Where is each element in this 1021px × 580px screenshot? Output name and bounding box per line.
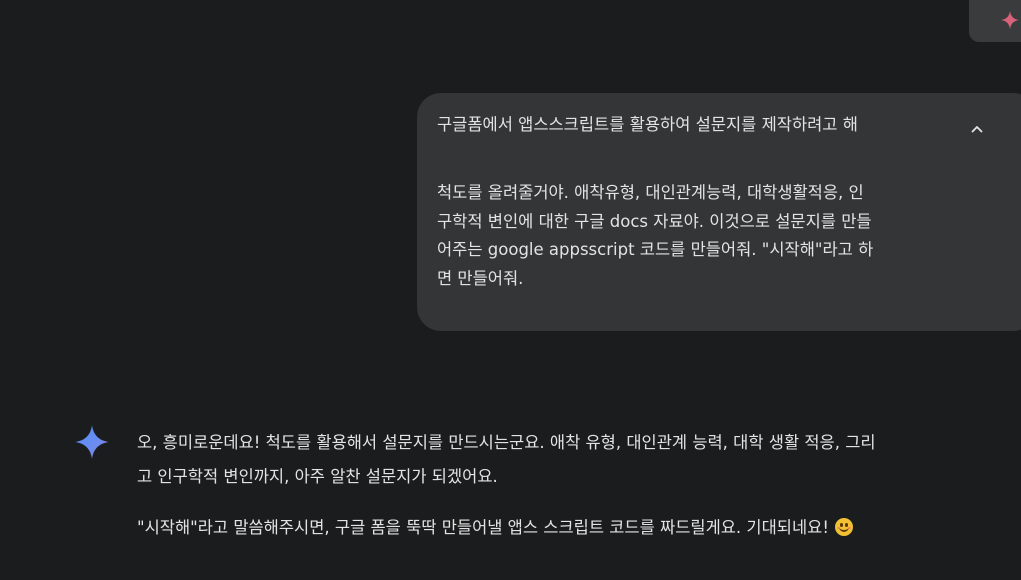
user-message-body: 척도를 올려줄거야. 애착유형, 대인관계능력, 대학생활적응, 인 구학적 변… [437, 179, 957, 293]
collapse-message-button[interactable] [963, 115, 991, 143]
assistant-message: 오, 흥미로운데요! 척도를 활용해서 설문지를 만드시는군요. 애착 유형, … [137, 426, 1017, 562]
user-message-line: 척도를 올려줄거야. 애착유형, 대인관계능력, 대학생활적응, 인 [437, 183, 864, 202]
user-message-line: 면 만들어줘. [437, 268, 524, 288]
smiling-face-emoji [834, 518, 853, 536]
chat-page: 구글폼에서 앱스스크립트를 활용하여 설문지를 제작하려고 해 척도를 올려줄거… [0, 0, 1021, 580]
assistant-paragraph: 오, 흥미로운데요! 척도를 활용해서 설문지를 만드시는군요. 애착 유형, … [137, 426, 1017, 494]
user-message-line: 구학적 변인에 대한 구글 docs 자료야. 이것으로 설문지를 만들 [437, 211, 872, 231]
assistant-line-text: "시작해"라고 말씀해주시면, 구글 폼을 뚝딱 만들어낼 앱스 스크립트 코드… [137, 518, 829, 537]
user-message-first-line: 구글폼에서 앱스스크립트를 활용하여 설문지를 제작하려고 해 [437, 115, 858, 134]
assistant-paragraph: "시작해"라고 말씀해주시면, 구글 폼을 뚝딱 만들어낼 앱스 스크립트 코드… [137, 511, 1017, 545]
gemini-sparkle-icon [75, 425, 109, 459]
top-menu-chip[interactable] [969, 0, 1021, 42]
assistant-line: 오, 흥미로운데요! 척도를 활용해서 설문지를 만드시는군요. 애착 유형, … [137, 433, 876, 452]
user-message-line: 어주는 google appsscript 코드를 만들어줘. "시작해"라고 … [437, 240, 874, 259]
chevron-up-icon [971, 126, 983, 133]
assistant-line: "시작해"라고 말씀해주시면, 구글 폼을 뚝딱 만들어낼 앱스 스크립트 코드… [137, 511, 1017, 545]
gemini-spark-icon [1000, 10, 1020, 30]
assistant-line: 고 인구학적 변인까지, 아주 알찬 설문지가 되겠어요. [137, 467, 498, 486]
user-message-bubble: 구글폼에서 앱스스크립트를 활용하여 설문지를 제작하려고 해 척도를 올려줄거… [417, 93, 1021, 331]
